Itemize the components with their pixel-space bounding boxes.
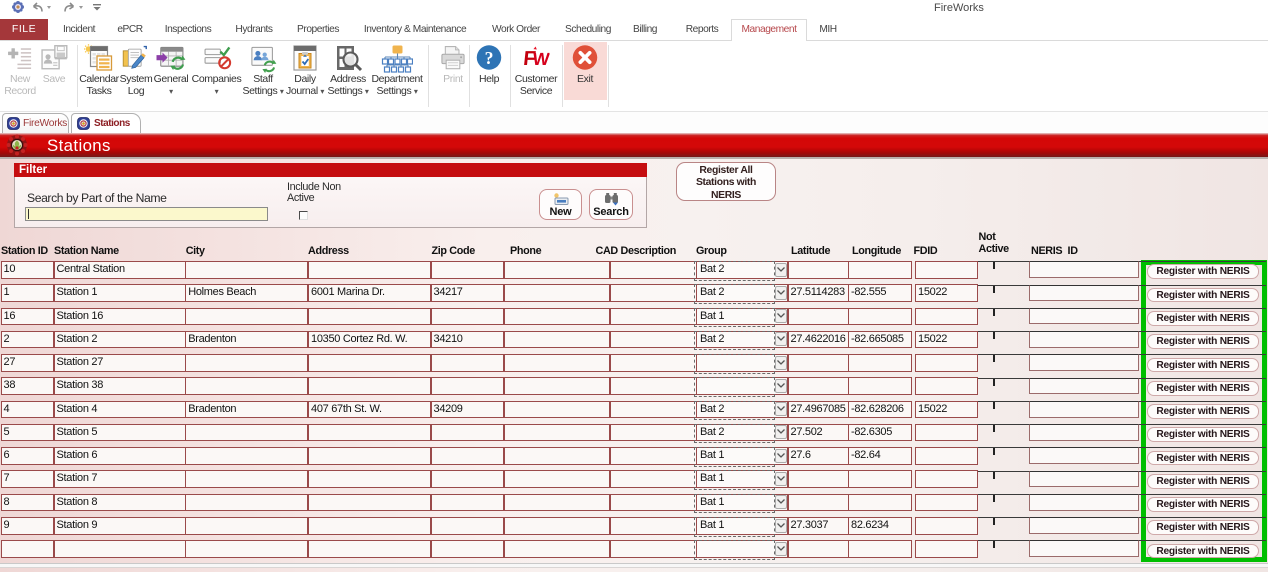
svg-text:?: ? [485, 48, 494, 68]
svg-text:W: W [532, 49, 550, 69]
